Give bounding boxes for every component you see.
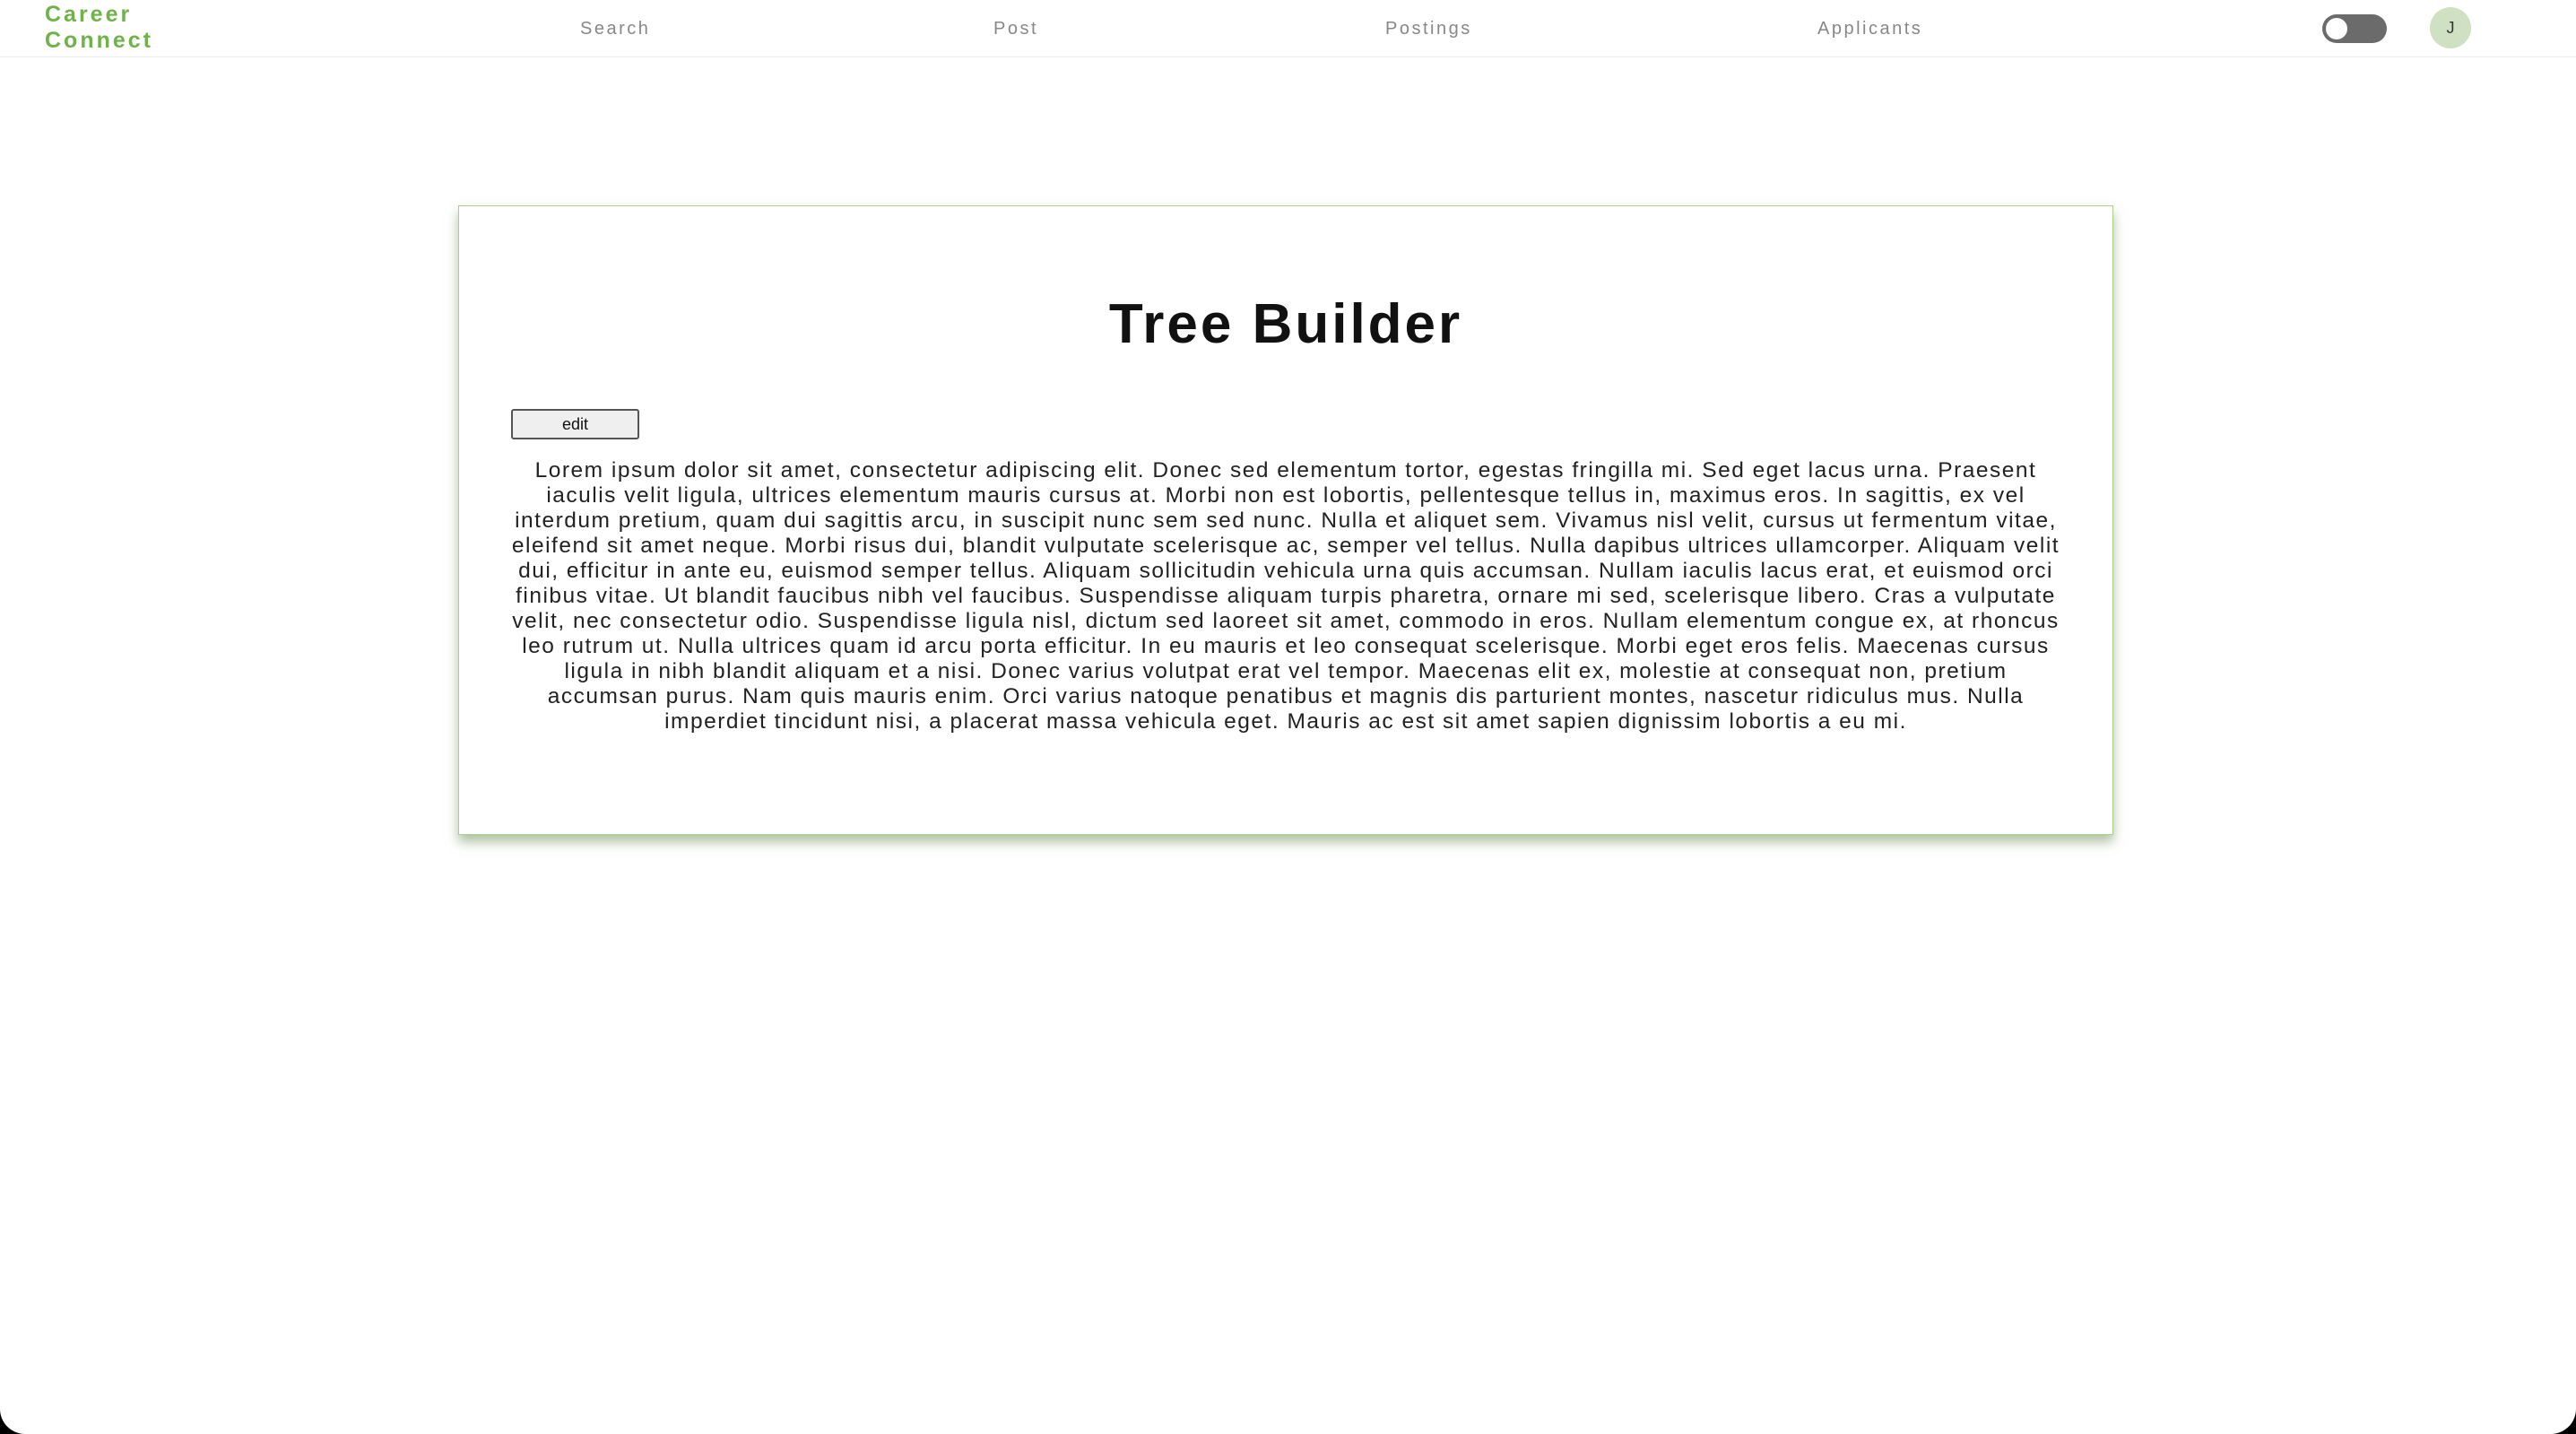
edit-button[interactable]: edit: [511, 409, 639, 439]
brand-logo[interactable]: Career Connect: [45, 2, 153, 54]
brand-line-2: Connect: [45, 28, 153, 53]
user-avatar[interactable]: J: [2430, 7, 2471, 48]
page: Career Connect Search Post Postings Appl…: [0, 0, 2576, 1434]
page-title: Tree Builder: [1108, 293, 1463, 355]
toggle-knob-icon: [2326, 18, 2347, 39]
nav-link-post[interactable]: Post: [993, 18, 1038, 39]
nav-link-search[interactable]: Search: [580, 18, 650, 39]
tree-builder-card: Tree Builder edit Lorem ipsum dolor sit …: [458, 205, 2113, 835]
window-corner-right: [2549, 1407, 2576, 1434]
nav-link-postings[interactable]: Postings: [1385, 18, 1472, 39]
description-text: Lorem ipsum dolor sit amet, consectetur …: [511, 458, 2060, 734]
theme-toggle-switch[interactable]: [2322, 14, 2387, 43]
brand-line-1: Career: [45, 2, 133, 27]
window-corner-left: [0, 1407, 27, 1434]
top-navigation-bar: Career Connect Search Post Postings Appl…: [0, 0, 2576, 57]
nav-link-applicants[interactable]: Applicants: [1817, 18, 1922, 39]
